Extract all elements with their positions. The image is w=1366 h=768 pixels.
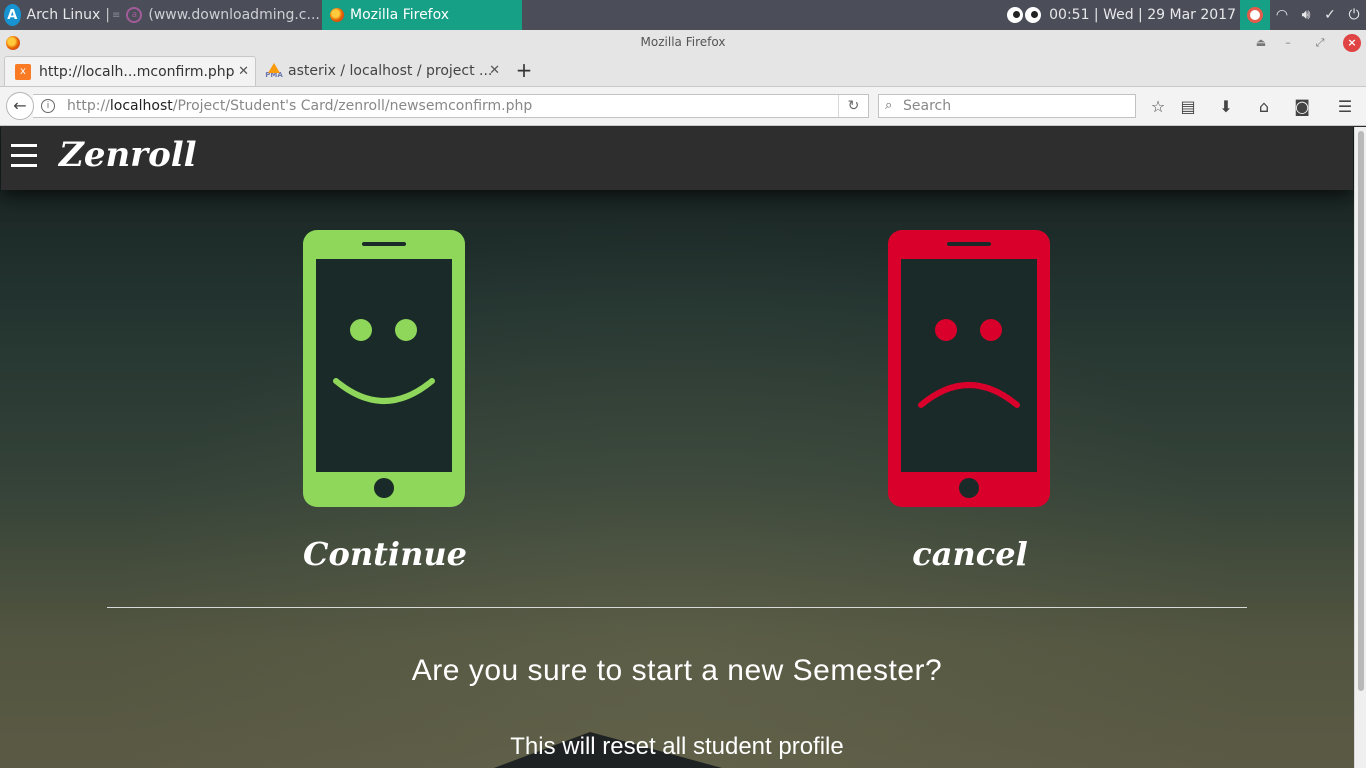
hamburger-menu-icon[interactable] [11,144,37,170]
cancel-button[interactable]: cancel [840,535,1100,573]
app-header: Zenroll [1,127,1353,190]
search-placeholder: Search [903,98,952,114]
confirm-question: Are you sure to start a new Semester? [411,654,943,687]
tab-label: http://localh...mconfirm.php [39,63,235,80]
download-app-icon: a [126,7,143,23]
site-info-icon[interactable]: i [41,99,55,113]
clock[interactable]: 00:51 | Wed | 29 Mar 2017 [1049,7,1236,23]
taskbar-item-firefox[interactable]: Mozilla Firefox [322,0,522,30]
panel-separator: | [105,7,110,23]
arch-logo-icon: A [4,4,21,26]
continue-phone-icon[interactable] [302,229,466,509]
menu-icon[interactable]: ☰ [1333,95,1357,119]
home-icon[interactable]: ⌂ [1252,95,1276,119]
desktop-panel: A Arch Linux | ≡ a (www.downloadming.c..… [0,0,1366,30]
update-notifier-icon[interactable] [1240,0,1270,30]
back-button[interactable]: ← [6,92,34,120]
pocket-icon[interactable]: ◙ [1290,95,1314,119]
search-icon: ⌕ [885,98,893,113]
system-tray: 00:51 | Wed | 29 Mar 2017 ◠ 🔊︎ ✓ ⏻ [1007,0,1366,30]
phpmyadmin-favicon-icon: PMA [265,63,283,79]
arch-menu-button[interactable]: A Arch Linux | [0,0,110,30]
continue-button[interactable]: Continue [255,535,515,573]
bookmark-star-icon[interactable]: ☆ [1146,95,1170,119]
divider [107,607,1247,608]
firefox-icon [330,8,344,22]
close-window-button[interactable]: × [1343,34,1361,52]
clipboard-icon[interactable]: ✓ [1318,0,1342,30]
wifi-icon[interactable]: ◠ [1270,0,1294,30]
eject-icon[interactable]: ⏏ [1252,34,1270,52]
logout-icon[interactable]: ⏻ [1342,0,1366,30]
tab-bar: x http://localh...mconfirm.php ✕ PMA ast… [0,56,1366,86]
close-tab-icon[interactable]: ✕ [489,63,500,78]
tab-newsemconfirm[interactable]: x http://localh...mconfirm.php ✕ [4,56,256,86]
window-titlebar: Mozilla Firefox ⏏ – ⤢ × [0,30,1366,56]
close-tab-icon[interactable]: ✕ [238,64,249,79]
downloads-icon[interactable]: ⬇ [1214,95,1238,119]
xampp-favicon-icon: x [15,63,31,80]
brand-logo[interactable]: Zenroll [59,135,197,175]
taskbar-item-download[interactable]: ≡ a (www.downloadming.c... [112,0,322,30]
tab-label: asterix / localhost / project ... [288,63,493,79]
reading-list-icon[interactable]: ▤ [1176,95,1200,119]
reload-icon[interactable]: ↻ [838,95,868,117]
tab-phpmyadmin[interactable]: PMA asterix / localhost / project ... ✕ [256,56,506,86]
minimize-button[interactable]: – [1279,34,1297,52]
taskbar-item-label: Mozilla Firefox [350,7,450,23]
scrollbar-thumb[interactable] [1358,131,1364,691]
url-text[interactable]: http://localhost/Project/Student's Card/… [67,95,532,117]
window-title: Mozilla Firefox [640,35,726,49]
arch-label: Arch Linux [26,7,101,23]
volume-icon[interactable]: 🔊︎ [1294,0,1318,30]
confirm-subtext: This will reset all student profile [510,733,844,760]
cancel-phone-icon[interactable] [887,229,1051,509]
web-page: Zenroll Continue cancel Are you sure to … [0,127,1366,768]
grip-icon: ≡ [112,9,121,21]
xeyes-icon [1007,7,1043,23]
search-input[interactable]: ⌕ Search [878,94,1136,118]
url-bar[interactable]: i http://localhost/Project/Student's Car… [33,94,869,118]
maximize-button[interactable]: ⤢ [1311,34,1329,52]
new-tab-button[interactable]: + [510,58,538,84]
taskbar-item-label: (www.downloadming.c... [148,7,320,23]
page-scrollbar[interactable] [1354,127,1366,768]
navigation-toolbar: i http://localhost/Project/Student's Car… [0,86,1366,126]
